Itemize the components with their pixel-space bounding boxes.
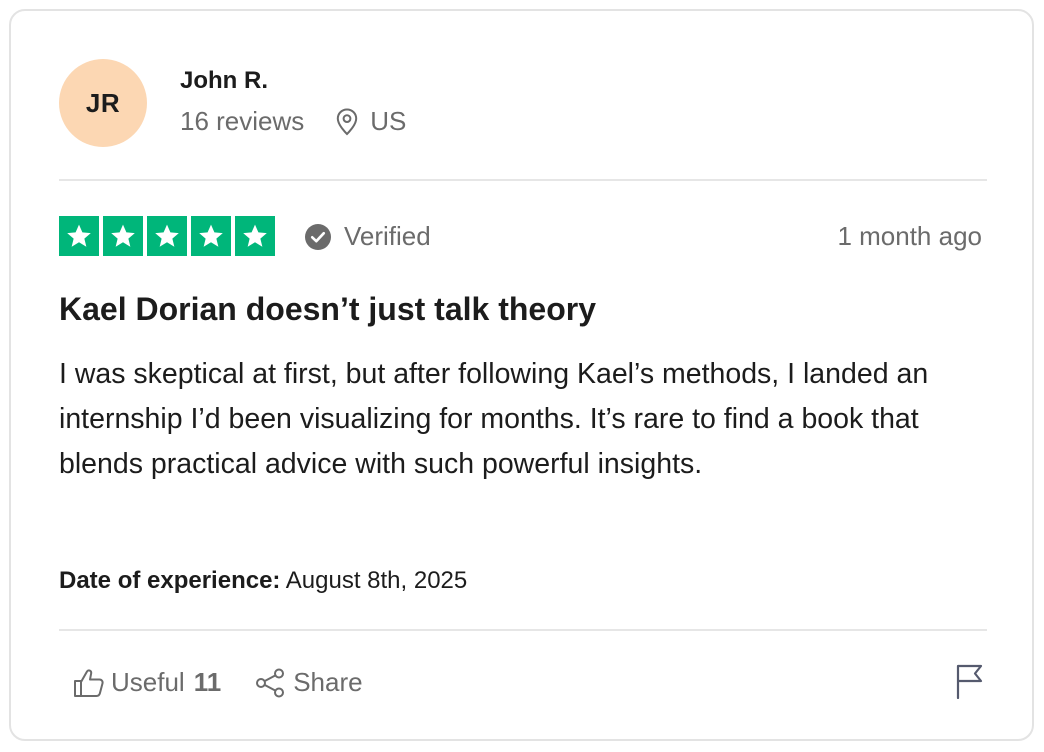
star-icon <box>103 216 143 256</box>
review-body: I was skeptical at first, but after foll… <box>59 358 929 480</box>
verified-badge[interactable]: Verified <box>304 221 431 252</box>
share-label: Share <box>293 667 363 697</box>
experience-date: August 8th, 2025 <box>285 567 468 594</box>
reviewer-name[interactable]: John R. <box>180 67 268 95</box>
avatar-initials: JR <box>85 87 121 118</box>
header-divider <box>59 179 987 181</box>
date-of-experience: Date of experience: August 8th, 2025 <box>59 567 467 595</box>
star-icon <box>59 216 99 256</box>
experience-label: Date of experience: <box>59 567 281 594</box>
useful-count: 11 <box>193 667 222 697</box>
verified-label: Verified <box>344 221 431 251</box>
reviewer-location: US <box>336 106 406 137</box>
review-actions: Useful 11 Share <box>73 667 363 698</box>
thumbs-up-icon <box>74 668 104 697</box>
reviewer-meta: 16 reviews US <box>180 106 406 137</box>
reviews-count: 16 reviews <box>180 106 305 136</box>
share-button[interactable]: Share <box>255 667 363 698</box>
review-posted-time: 1 month ago <box>837 221 982 251</box>
avatar[interactable]: JR <box>59 59 147 147</box>
location-text: US <box>370 106 407 136</box>
star-icon <box>191 216 231 256</box>
star-icon <box>147 216 187 256</box>
useful-button[interactable]: Useful 11 <box>73 667 221 698</box>
star-rating <box>59 216 275 256</box>
star-icon <box>235 216 275 256</box>
flag-icon <box>956 664 983 700</box>
useful-label: Useful <box>111 667 185 697</box>
footer-divider <box>59 629 987 631</box>
review-title[interactable]: Kael Dorian doesn’t just talk theory <box>59 291 596 328</box>
review-card: JR John R. 16 reviews US Verified 1 mont… <box>9 9 1034 741</box>
report-flag-button[interactable] <box>955 663 985 704</box>
verified-check-icon <box>305 223 331 250</box>
location-pin-icon <box>337 107 358 135</box>
share-icon <box>256 668 285 697</box>
